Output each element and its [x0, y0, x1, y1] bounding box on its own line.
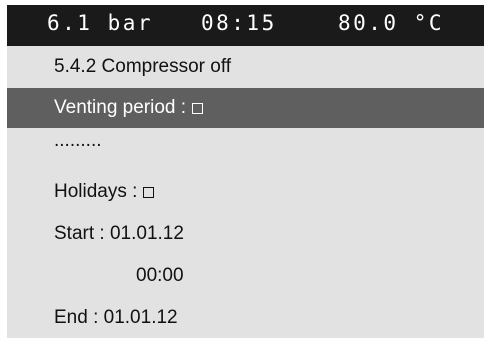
venting-period-item[interactable]: Venting period : [7, 88, 484, 128]
menu-heading: 5.4.2 Compressor off [7, 46, 484, 88]
start-time-label: 00:00 [136, 265, 184, 286]
temperature-readout: 80.0 °C [338, 11, 445, 35]
ellipsis-text: ......... [54, 129, 102, 151]
start-date-item[interactable]: Start : 01.01.12 [7, 214, 484, 254]
ellipsis-row: ......... [7, 128, 484, 162]
holidays-label: Holidays : [54, 181, 138, 202]
menu-heading-label: 5.4.2 Compressor off [54, 56, 232, 77]
venting-period-checkbox[interactable] [192, 103, 204, 114]
start-date-label: Start : 01.01.12 [54, 223, 184, 244]
venting-period-label: Venting period : [54, 97, 187, 118]
holidays-item[interactable]: Holidays : [7, 172, 484, 212]
pressure-readout: 6.1 bar [47, 11, 154, 35]
holidays-checkbox[interactable] [143, 187, 155, 198]
end-date-item[interactable]: End : 01.01.12 [7, 298, 484, 338]
start-time-item[interactable]: 00:00 [7, 256, 484, 296]
status-bar: 6.1 bar 08:15 80.0 °C [7, 5, 484, 46]
controller-display: 6.1 bar 08:15 80.0 °C 5.4.2 Compressor o… [7, 5, 484, 338]
clock-readout: 08:15 [201, 11, 277, 35]
end-date-label: End : 01.01.12 [54, 307, 178, 328]
